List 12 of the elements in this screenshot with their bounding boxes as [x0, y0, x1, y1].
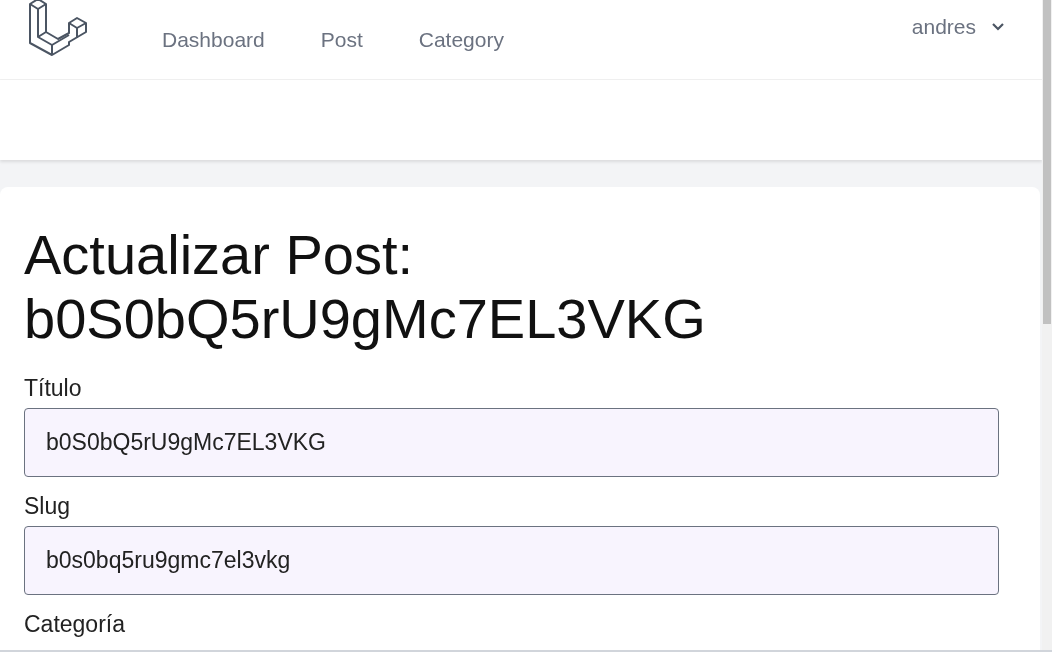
page-title: Actualizar Post: b0S0bQ5rU9gMc7EL3VKG [24, 223, 707, 351]
chevron-down-icon [992, 22, 1004, 31]
input-field[interactable]: b0S0bQ5rU9gMc7EL3VKG [24, 408, 999, 477]
logo-icon[interactable] [28, 0, 88, 58]
nav-link[interactable]: Dashboard [162, 27, 265, 52]
nav-link[interactable]: Post [320, 27, 363, 52]
field-label: Título [24, 375, 83, 402]
user-menu[interactable]: andres [911, 14, 1004, 39]
nav-link[interactable]: Category [418, 27, 504, 52]
field-label: Categoría [24, 611, 126, 638]
input-field[interactable]: b0s0bq5ru9gmc7el3vkg [24, 526, 999, 595]
field-label: Slug [24, 493, 72, 520]
